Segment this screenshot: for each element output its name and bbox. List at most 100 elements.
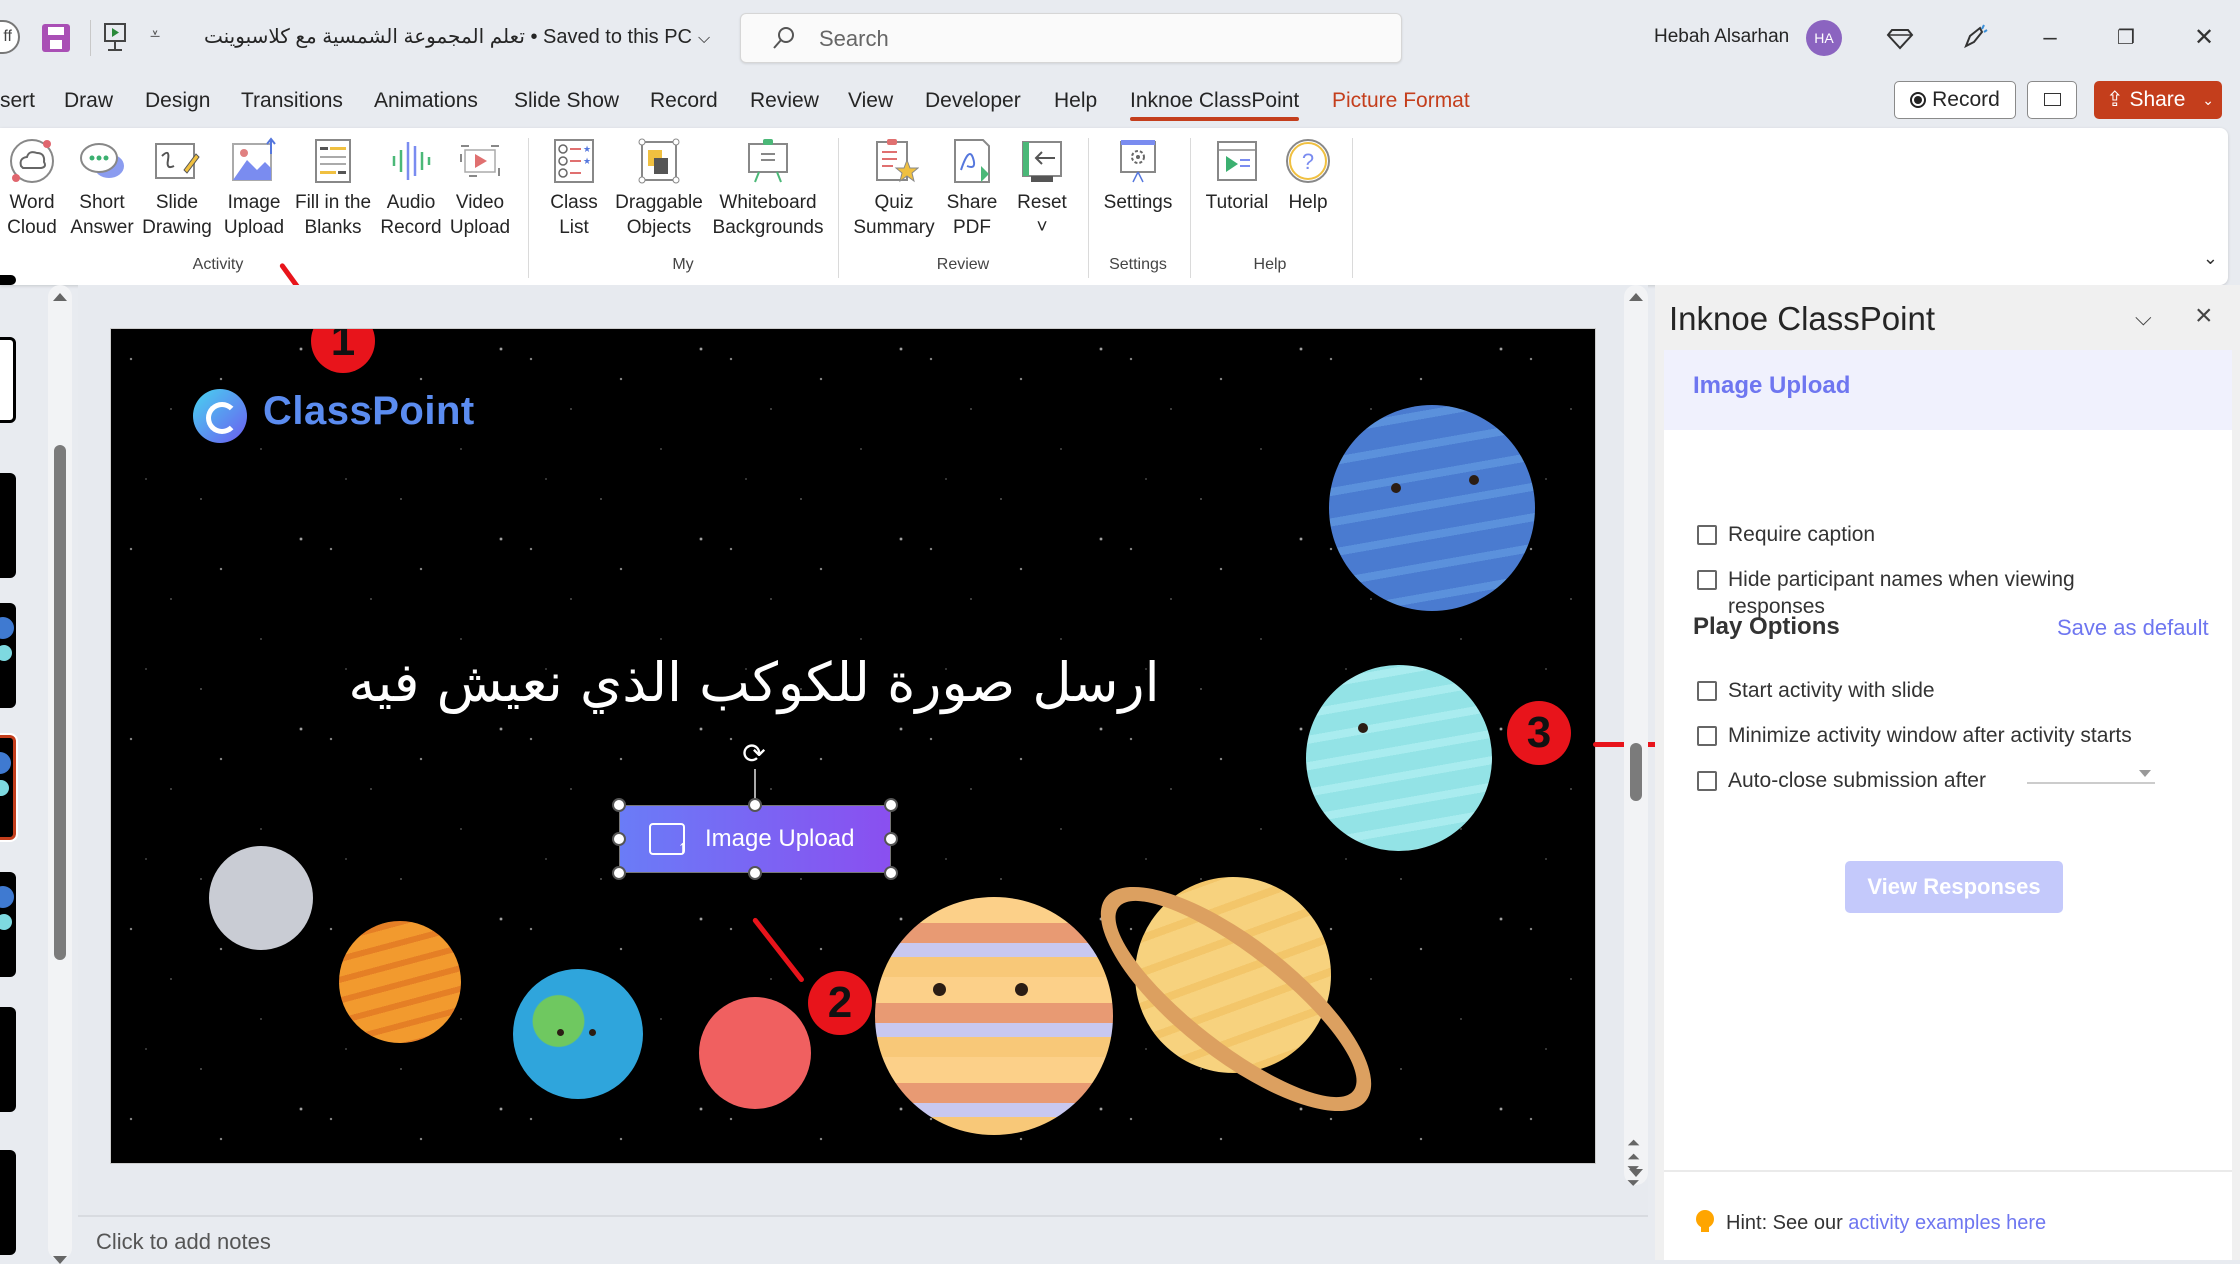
checkbox[interactable] bbox=[1697, 681, 1717, 701]
checkbox[interactable] bbox=[1697, 726, 1717, 746]
quiz-summary-button[interactable]: Quiz Summary bbox=[850, 136, 938, 240]
fill-in-the-blanks-button[interactable]: Fill in the Blanks bbox=[290, 136, 376, 240]
resize-handle[interactable] bbox=[612, 798, 626, 812]
resize-handle[interactable] bbox=[884, 832, 898, 846]
tab-help[interactable]: Help bbox=[1054, 89, 1097, 113]
ribbon: Word Cloud Short Answer Slide Drawing Image… bbox=[0, 128, 2228, 322]
checkbox[interactable] bbox=[1697, 570, 1717, 590]
tab-animations[interactable]: Animations bbox=[374, 89, 478, 113]
search-input[interactable]: Search bbox=[740, 13, 1402, 63]
rotate-handle-icon[interactable]: ⟳ bbox=[739, 739, 769, 769]
group-divider bbox=[1352, 138, 1353, 278]
thumbnails-scrollbar[interactable] bbox=[48, 285, 72, 1264]
audio-record-button[interactable]: Audio Record bbox=[378, 136, 444, 240]
checkbox[interactable] bbox=[1697, 771, 1717, 791]
restore-icon[interactable]: ❐ bbox=[2106, 18, 2146, 58]
tab-design[interactable]: Design bbox=[145, 89, 210, 113]
slide-thumbnail[interactable] bbox=[0, 1150, 16, 1255]
save-icon[interactable] bbox=[42, 24, 70, 52]
auto-close-duration-select[interactable] bbox=[2027, 762, 2155, 784]
autosave-toggle[interactable]: ff bbox=[0, 20, 20, 54]
tab-transitions[interactable]: Transitions bbox=[241, 89, 343, 113]
slide-scrollbar[interactable] bbox=[1624, 285, 1648, 1185]
tab-picture-format[interactable]: Picture Format bbox=[1332, 89, 1470, 113]
next-slide-icon[interactable]: ⏷ ⏷ bbox=[1627, 1162, 1640, 1192]
scroll-up-icon[interactable] bbox=[1629, 293, 1643, 301]
help-button[interactable]: ? Help bbox=[1278, 136, 1338, 215]
avatar[interactable]: HA bbox=[1806, 20, 1842, 56]
option-hide-participant-names[interactable]: Hide participant names when viewing resp… bbox=[1697, 566, 2117, 620]
scroll-up-icon[interactable] bbox=[53, 293, 67, 301]
tab-draw[interactable]: Draw bbox=[64, 89, 113, 113]
option-start-with-slide[interactable]: Start activity with slide bbox=[1697, 677, 2197, 704]
image-upload-button[interactable]: Image Upload bbox=[220, 136, 288, 240]
resize-handle[interactable] bbox=[748, 798, 762, 812]
option-minimize-window[interactable]: Minimize activity window after activity … bbox=[1697, 722, 2197, 749]
resize-handle[interactable] bbox=[884, 798, 898, 812]
scrollbar-thumb[interactable] bbox=[54, 445, 66, 960]
class-list-button[interactable]: ★ ★ Class List bbox=[542, 136, 606, 240]
draggable-objects-button[interactable]: Draggable Objects bbox=[610, 136, 708, 240]
qat-customize-icon[interactable]: ⩡ bbox=[150, 24, 160, 45]
present-from-start-icon[interactable] bbox=[102, 22, 128, 54]
slide-thumbnail[interactable] bbox=[0, 603, 16, 708]
share-pdf-button[interactable]: Share PDF bbox=[942, 136, 1002, 240]
tab-record[interactable]: Record bbox=[650, 89, 718, 113]
word-cloud-button[interactable]: Word Cloud bbox=[2, 136, 62, 240]
slide-thumbnail[interactable] bbox=[0, 337, 16, 423]
scrollbar-thumb[interactable] bbox=[1630, 743, 1642, 801]
activity-examples-link[interactable]: activity examples here bbox=[1848, 1212, 2046, 1234]
tutorial-icon bbox=[1217, 141, 1257, 181]
settings-button[interactable]: Settings bbox=[1098, 136, 1178, 215]
resize-handle[interactable] bbox=[748, 866, 762, 880]
whiteboard-backgrounds-button[interactable]: Whiteboard Backgrounds bbox=[712, 136, 824, 240]
classpoint-side-panel: Inknoe ClassPoint ⌵ × Image Upload Requi… bbox=[1655, 285, 2240, 1260]
slide-canvas[interactable]: ClassPoint ارسل صورة للكوكب الذي نعيش في… bbox=[110, 328, 1596, 1164]
tab-slide-show[interactable]: Slide Show bbox=[514, 89, 619, 113]
slide-thumbnail[interactable] bbox=[0, 275, 16, 285]
reset-button[interactable]: Reset ˅ bbox=[1006, 136, 1078, 240]
tab-review[interactable]: Review bbox=[750, 89, 819, 113]
panel-options-chevron-icon[interactable]: ⌵ bbox=[2135, 305, 2152, 331]
slide-thumbnail[interactable] bbox=[0, 1007, 16, 1112]
document-title[interactable]: تعلم المجموعة الشمسية مع كلاسبوينت • Sav… bbox=[204, 24, 710, 49]
comments-button[interactable] bbox=[2027, 81, 2077, 119]
scroll-down-icon[interactable] bbox=[53, 1256, 67, 1264]
tab-view[interactable]: View bbox=[848, 89, 893, 113]
tab-insert[interactable]: sert bbox=[0, 89, 35, 113]
chevron-down-icon[interactable]: ⌄ bbox=[2202, 81, 2214, 119]
chevron-down-icon: ⌵ bbox=[697, 30, 711, 47]
short-answer-button[interactable]: Short Answer bbox=[70, 136, 134, 240]
notes-pane[interactable]: Click to add notes bbox=[78, 1215, 1648, 1260]
group-label-review: Review bbox=[936, 256, 990, 273]
close-icon[interactable]: ✕ bbox=[2184, 18, 2224, 58]
video-upload-button[interactable]: Video Upload bbox=[446, 136, 514, 240]
pen-announce-icon[interactable] bbox=[1960, 22, 1990, 52]
tab-inknoe-classpoint[interactable]: Inknoe ClassPoint bbox=[1130, 89, 1300, 121]
ribbon-collapse-chevron-icon[interactable]: ⌄ bbox=[2203, 248, 2218, 269]
slide-thumbnail[interactable] bbox=[0, 872, 16, 977]
record-button[interactable]: Record bbox=[1894, 81, 2016, 119]
diamond-icon[interactable] bbox=[1885, 22, 1915, 52]
share-button[interactable]: ⇪ Share ⌄ bbox=[2094, 81, 2222, 119]
tab-developer[interactable]: Developer bbox=[925, 89, 1021, 113]
slide-thumbnail[interactable] bbox=[0, 473, 16, 578]
checkbox[interactable] bbox=[1697, 525, 1717, 545]
view-responses-button[interactable]: View Responses bbox=[1845, 861, 2063, 913]
draggable-objects-label-1: Draggable bbox=[615, 192, 703, 213]
slide-thumbnail-selected[interactable] bbox=[0, 733, 18, 842]
reset-dropdown-chevron-icon[interactable]: ˅ bbox=[1036, 217, 1047, 238]
slide-drawing-button[interactable]: Slide Drawing bbox=[142, 136, 212, 240]
minimize-icon[interactable]: – bbox=[2030, 18, 2070, 58]
tutorial-label: Tutorial bbox=[1205, 192, 1269, 213]
tutorial-button[interactable]: Tutorial bbox=[1198, 136, 1276, 215]
option-require-caption[interactable]: Require caption bbox=[1697, 521, 2197, 548]
resize-handle[interactable] bbox=[884, 866, 898, 880]
panel-close-icon[interactable]: × bbox=[2195, 299, 2213, 333]
user-name[interactable]: Hebah Alsarhan bbox=[1654, 26, 1789, 48]
resize-handle[interactable] bbox=[612, 866, 626, 880]
resize-handle[interactable] bbox=[612, 832, 626, 846]
save-as-default-link[interactable]: Save as default bbox=[2057, 615, 2209, 641]
group-divider bbox=[1088, 138, 1089, 278]
title-bar: ff ⩡ تعلم المجموعة الشمسية مع كلاسبوينت … bbox=[0, 0, 2240, 75]
